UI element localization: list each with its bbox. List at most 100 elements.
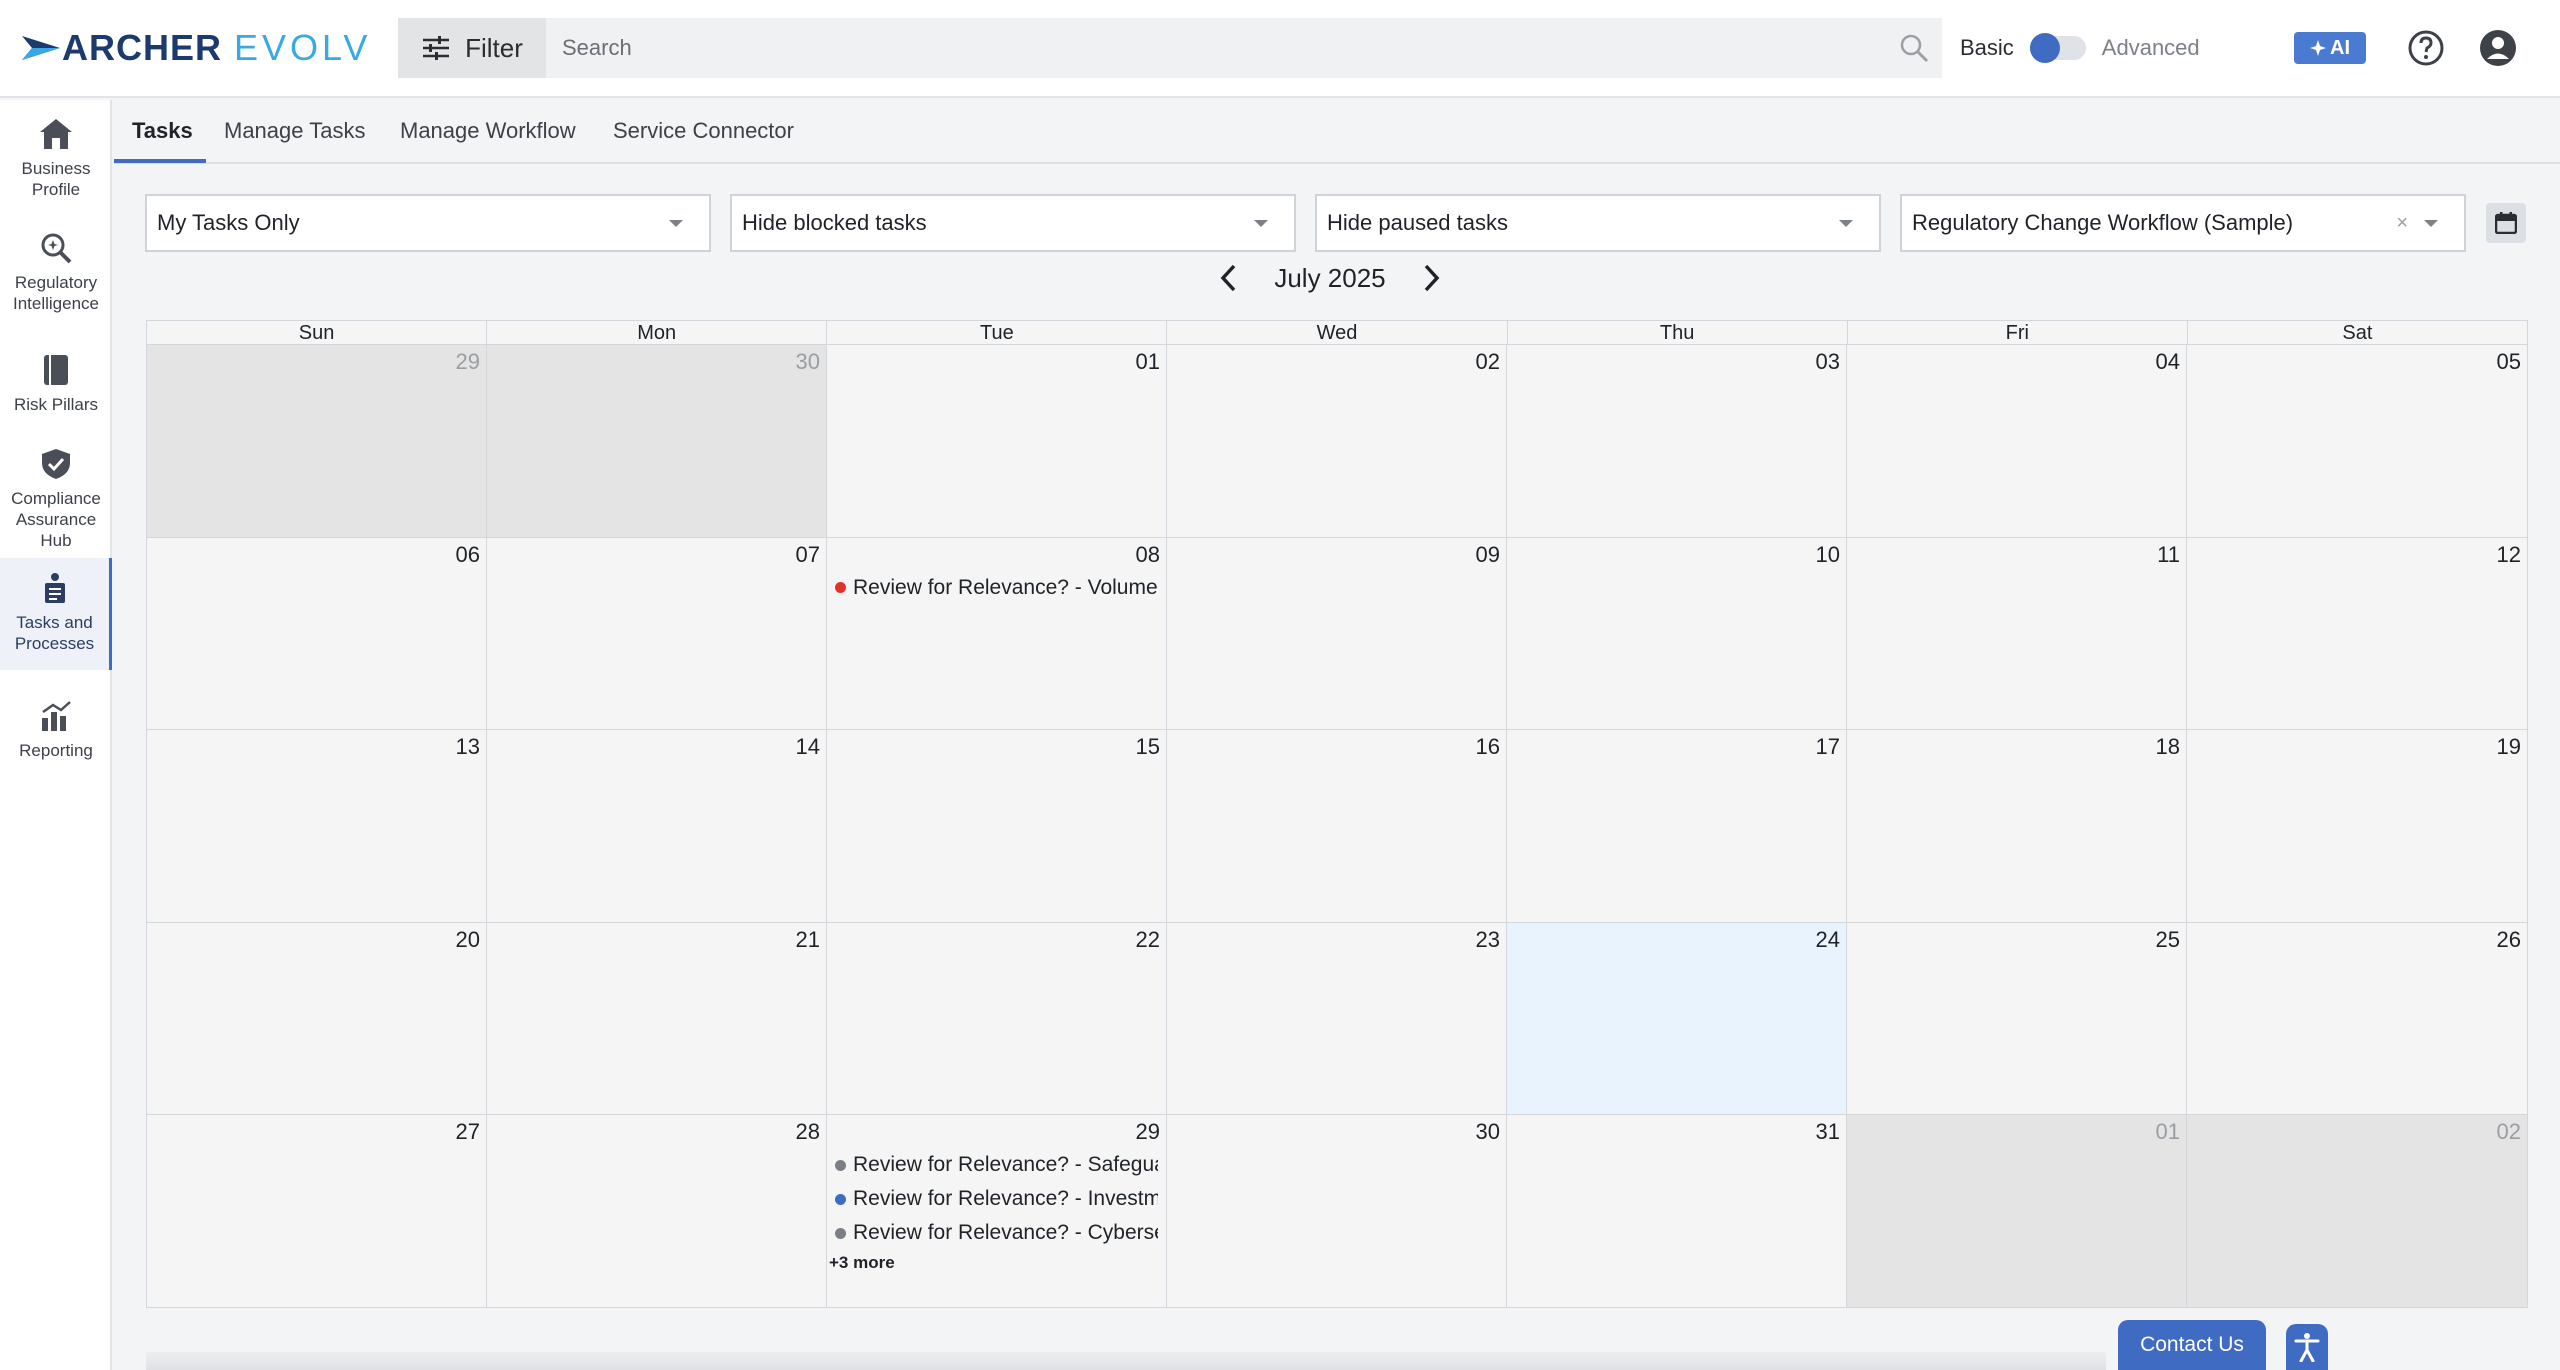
- sidebar: Business Profile Regulatory Intelligence…: [0, 100, 112, 1370]
- calendar-event[interactable]: Review for Relevance? - Safeguard: [835, 1151, 1158, 1179]
- day-number: 11: [2157, 541, 2180, 567]
- tab-manage-tasks[interactable]: Manage Tasks: [224, 118, 365, 144]
- clear-icon[interactable]: ×: [2396, 212, 2408, 235]
- day-number: 21: [795, 926, 820, 952]
- day-number: 29: [1135, 1119, 1160, 1145]
- calendar-day[interactable]: 29 Review for Relevance? - Safeguard Revie…: [827, 1115, 1167, 1308]
- day-number: 15: [1135, 734, 1160, 760]
- next-month-button[interactable]: [1414, 260, 1450, 296]
- search-icon[interactable]: [1886, 28, 1942, 68]
- calendar-day[interactable]: 25: [1847, 922, 2187, 1116]
- calendar-day[interactable]: 18: [1847, 730, 2187, 923]
- calendar-day[interactable]: 10: [1507, 537, 1847, 731]
- chevron-down-icon: [2424, 219, 2438, 227]
- calendar-day[interactable]: 30: [1167, 1115, 1507, 1308]
- sidebar-item-label: Reporting: [19, 741, 93, 760]
- calendar-day-today[interactable]: 24: [1507, 922, 1847, 1116]
- calendar-day[interactable]: 29: [147, 345, 487, 538]
- calendar-day[interactable]: 28: [487, 1115, 827, 1308]
- calendar-day[interactable]: 19: [2187, 730, 2527, 923]
- sidebar-item-risk-pillars[interactable]: Risk Pillars: [0, 354, 112, 415]
- accessibility-button[interactable]: [2286, 1324, 2328, 1370]
- toggle-knob: [2029, 33, 2060, 63]
- day-number: 07: [795, 541, 820, 567]
- sparkle-icon: [2310, 40, 2326, 56]
- day-number: 30: [1475, 1119, 1500, 1145]
- sidebar-item-reporting[interactable]: Reporting: [0, 700, 112, 761]
- search-input[interactable]: [562, 35, 1886, 61]
- weekday-label: Fri: [1848, 321, 2188, 344]
- calendar-event[interactable]: Review for Relevance? - Volume: [835, 574, 1158, 602]
- calendar-day[interactable]: 22: [827, 922, 1167, 1116]
- calendar-day[interactable]: 01: [1847, 1115, 2187, 1308]
- sliders-icon: [423, 36, 450, 60]
- day-number: 17: [1815, 734, 1840, 760]
- search-bar: [546, 18, 1942, 78]
- ai-button[interactable]: AI: [2294, 32, 2366, 64]
- calendar-day[interactable]: 05: [2187, 345, 2527, 538]
- day-number: 08: [1135, 541, 1160, 567]
- sidebar-item-compliance-assurance-hub[interactable]: Compliance Assurance Hub: [0, 448, 112, 551]
- paused-filter-select[interactable]: Hide paused tasks: [1315, 194, 1881, 252]
- calendar-day[interactable]: 03: [1507, 345, 1847, 538]
- calendar-day[interactable]: 15: [827, 730, 1167, 923]
- sidebar-item-tasks-and-processes[interactable]: Tasks and Processes: [0, 558, 112, 670]
- user-account-icon[interactable]: [2478, 28, 2518, 68]
- sidebar-item-regulatory-intelligence[interactable]: Regulatory Intelligence: [0, 232, 112, 314]
- calendar-day[interactable]: 04: [1847, 345, 2187, 538]
- assignee-filter-select[interactable]: My Tasks Only: [145, 194, 711, 252]
- blocked-filter-select[interactable]: Hide blocked tasks: [730, 194, 1296, 252]
- day-number: 05: [2496, 349, 2521, 374]
- calendar-day[interactable]: 14: [487, 730, 827, 923]
- help-icon[interactable]: [2406, 28, 2446, 68]
- calendar-day[interactable]: 13: [147, 730, 487, 923]
- more-events-link[interactable]: +3 more: [829, 1253, 895, 1273]
- tab-manage-workflow[interactable]: Manage Workflow: [400, 118, 576, 144]
- tab-tasks[interactable]: Tasks: [132, 118, 193, 144]
- day-number: 31: [1815, 1119, 1840, 1145]
- day-number: 04: [2155, 349, 2180, 374]
- sidebar-item-label: Regulatory Intelligence: [12, 273, 99, 313]
- day-number: 29: [455, 349, 480, 374]
- chevron-down-icon: [669, 219, 683, 227]
- bottom-panel-edge: [146, 1352, 2106, 1370]
- calendar-day[interactable]: 12: [2187, 537, 2527, 731]
- filter-button[interactable]: Filter: [398, 18, 546, 78]
- calendar-day[interactable]: 20: [147, 922, 487, 1116]
- calendar-day[interactable]: 26: [2187, 922, 2527, 1116]
- calendar-day[interactable]: 17: [1507, 730, 1847, 923]
- calendar-view-button[interactable]: [2486, 203, 2526, 243]
- day-number: 22: [1135, 926, 1160, 952]
- weekday-header: Sun Mon Tue Wed Thu Fri Sat: [147, 321, 2527, 345]
- event-title: Review for Relevance? - Investment: [853, 1187, 1158, 1211]
- sidebar-item-business-profile[interactable]: Business Profile: [0, 118, 112, 200]
- active-tab-indicator: [114, 159, 206, 163]
- archer-evolv-logo[interactable]: ARCHER EVOLV: [22, 27, 371, 68]
- previous-month-button[interactable]: [1210, 260, 1246, 296]
- tab-service-connector[interactable]: Service Connector: [613, 118, 794, 144]
- sidebar-item-label: Compliance Assurance Hub: [11, 489, 101, 550]
- calendar-day[interactable]: 30: [487, 345, 827, 538]
- calendar-day[interactable]: 08 Review for Relevance? - Volume: [827, 537, 1167, 731]
- contact-us-button[interactable]: Contact Us: [2118, 1320, 2266, 1370]
- calendar-day[interactable]: 06: [147, 537, 487, 731]
- calendar-day[interactable]: 21: [487, 922, 827, 1116]
- workflow-filter-value: Regulatory Change Workflow (Sample): [1912, 210, 2294, 235]
- calendar-day[interactable]: 31: [1507, 1115, 1847, 1308]
- calendar-day[interactable]: 16: [1167, 730, 1507, 923]
- status-dot-icon: [835, 582, 846, 594]
- calendar-day[interactable]: 09: [1167, 537, 1507, 731]
- calendar-day[interactable]: 11: [1847, 537, 2187, 731]
- calendar-event[interactable]: Review for Relevance? - Investment: [835, 1185, 1158, 1213]
- calendar-day[interactable]: 02: [2187, 1115, 2527, 1308]
- calendar-event[interactable]: Review for Relevance? - Cybersecurity: [835, 1219, 1158, 1247]
- ai-label: AI: [2330, 36, 2350, 59]
- calendar-day[interactable]: 02: [1167, 345, 1507, 538]
- mode-toggle[interactable]: [2029, 33, 2086, 63]
- calendar-day[interactable]: 07: [487, 537, 827, 731]
- workflow-filter-select[interactable]: Regulatory Change Workflow (Sample) ×: [1900, 194, 2466, 252]
- calendar-day[interactable]: 01: [827, 345, 1167, 538]
- calendar-day[interactable]: 23: [1167, 922, 1507, 1116]
- day-number: 12: [2496, 541, 2521, 567]
- calendar-day[interactable]: 27: [147, 1115, 487, 1308]
